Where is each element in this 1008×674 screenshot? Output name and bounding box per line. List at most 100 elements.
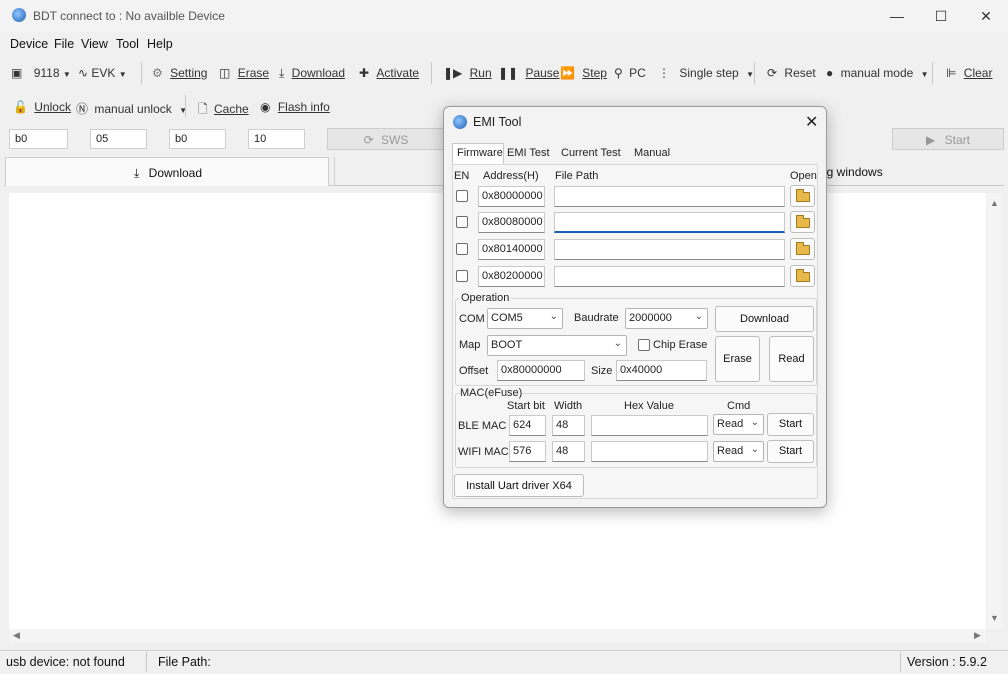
wifi-cmd-select[interactable]: Read ⌄ xyxy=(713,441,764,462)
step-button[interactable]: ⏩ Step xyxy=(560,66,607,80)
chevron-down-icon: ⌄ xyxy=(694,311,703,322)
operation-download-button[interactable]: Download xyxy=(715,306,814,332)
chip-erase-checkbox[interactable] xyxy=(638,339,650,351)
file-path-input[interactable] xyxy=(554,212,785,233)
pc-button[interactable]: ⚲ PC xyxy=(614,66,646,80)
menu-tool[interactable]: Tool xyxy=(116,37,139,51)
scroll-down-icon[interactable]: ▼ xyxy=(990,613,999,623)
unlock-button[interactable]: 🔓 Unlock xyxy=(13,100,71,114)
offset-label: Offset xyxy=(459,365,489,377)
open-file-button[interactable] xyxy=(790,265,815,287)
close-icon[interactable]: ✕ xyxy=(976,8,996,25)
flash-info-button[interactable]: ◉ Flash info xyxy=(260,100,330,114)
tab-current-test[interactable]: Current Test xyxy=(561,147,621,159)
address-input[interactable]: 0x80140000 xyxy=(478,239,545,260)
tab-download[interactable]: ⤓ Download xyxy=(5,157,329,186)
row-enable-checkbox[interactable] xyxy=(456,270,468,282)
address-input[interactable]: 0x80000000 xyxy=(478,186,545,207)
erase-button[interactable]: Erase xyxy=(715,336,760,382)
tab-emi-test[interactable]: EMI Test xyxy=(507,147,550,159)
open-file-button[interactable] xyxy=(790,185,815,207)
status-divider xyxy=(900,652,901,672)
maximize-icon[interactable]: ☐ xyxy=(931,8,951,25)
menu-device[interactable]: Device xyxy=(10,37,48,51)
ble-cmd-select[interactable]: Read ⌄ xyxy=(713,414,764,435)
manual-unlock-select[interactable]: Ⓝ manual unlock ▼ xyxy=(76,100,187,117)
open-file-button[interactable] xyxy=(790,211,815,233)
param-input-2[interactable]: 05 xyxy=(90,129,147,149)
open-file-button[interactable] xyxy=(790,238,815,260)
cache-button[interactable]: 🗋 Cache xyxy=(198,100,249,121)
param-input-3[interactable]: b0 xyxy=(169,129,226,149)
board-select[interactable]: ∿ EVK ▼ xyxy=(78,66,127,80)
dialog-close-icon[interactable]: ✕ xyxy=(805,112,818,132)
log-tab-label: og windows xyxy=(820,165,883,179)
baudrate-select[interactable]: 2000000 ⌄ xyxy=(625,308,708,329)
baudrate-label: Baudrate xyxy=(574,312,619,324)
menu-file[interactable]: File xyxy=(54,37,74,51)
emi-tool-dialog: EMI Tool ✕ Firmware EMI Test Current Tes… xyxy=(443,106,827,508)
wifi-start-bit-input[interactable]: 576 xyxy=(509,441,546,462)
chevron-down-icon: ⌄ xyxy=(750,417,759,428)
pause-button[interactable]: ❚❚ Pause xyxy=(498,66,559,80)
reset-button[interactable]: ⟳ Reset xyxy=(767,66,816,80)
size-label: Size xyxy=(591,365,613,377)
chevron-down-icon: ⌄ xyxy=(613,338,622,349)
activate-button[interactable]: ✚ Activate xyxy=(359,66,419,80)
tab-manual[interactable]: Manual xyxy=(634,147,670,159)
clear-button[interactable]: ⊫ Clear xyxy=(946,66,992,80)
single-step-select[interactable]: ⋮ Single step ▼ xyxy=(658,66,754,80)
param-input-1[interactable]: b0 xyxy=(9,129,68,149)
chip-erase-label: Chip Erase xyxy=(653,339,708,351)
row-enable-checkbox[interactable] xyxy=(456,243,468,255)
tab-firmware[interactable]: Firmware xyxy=(452,143,504,165)
horizontal-scrollbar[interactable]: ◀ ▶ xyxy=(9,629,986,643)
read-button[interactable]: Read xyxy=(769,336,814,382)
mode-select[interactable]: ● manual mode ▼ xyxy=(826,66,929,80)
wifi-width-input[interactable]: 48 xyxy=(552,441,585,462)
width-header: Width xyxy=(554,400,583,412)
scroll-left-icon[interactable]: ◀ xyxy=(13,630,20,641)
install-uart-driver-button[interactable]: Install Uart driver X64 xyxy=(454,474,584,497)
chevron-down-icon: ▼ xyxy=(118,70,127,79)
com-select[interactable]: COM5 ⌄ xyxy=(487,308,563,329)
file-path-input[interactable] xyxy=(554,186,785,207)
scroll-up-icon[interactable]: ▲ xyxy=(990,198,999,208)
menu-view[interactable]: View xyxy=(81,37,108,51)
file-path-input[interactable] xyxy=(554,239,785,260)
wifi-start-button[interactable]: Start xyxy=(767,440,814,463)
row-enable-checkbox[interactable] xyxy=(456,216,468,228)
chip-icon: ▣ xyxy=(11,66,23,80)
map-select[interactable]: BOOT ⌄ xyxy=(487,335,627,356)
sws-button[interactable]: ⟳ SWS xyxy=(327,128,445,150)
hex-value-header: Hex Value xyxy=(624,400,674,412)
run-button[interactable]: ❚▶ Run xyxy=(443,66,492,80)
file-path-input[interactable] xyxy=(554,266,785,287)
start-button[interactable]: ▶ Start xyxy=(892,128,1004,150)
download-icon: ⤓ xyxy=(134,166,140,180)
address-input[interactable]: 0x80200000 xyxy=(478,266,545,287)
erase-button[interactable]: ◫ Erase xyxy=(219,66,269,80)
download-button[interactable]: ⤓ Download xyxy=(279,66,345,81)
address-input[interactable]: 0x80080000 xyxy=(478,212,545,233)
offset-input[interactable]: 0x80000000 xyxy=(497,360,585,381)
ble-start-bit-input[interactable]: 624 xyxy=(509,415,546,436)
run-icon: ❚▶ xyxy=(443,66,463,80)
wifi-hex-input[interactable] xyxy=(591,441,708,462)
address-header: Address(H) xyxy=(483,170,539,182)
ble-hex-input[interactable] xyxy=(591,415,708,436)
setting-button[interactable]: ⚙ Setting xyxy=(152,66,207,80)
minimize-icon[interactable]: — xyxy=(887,8,907,24)
scroll-right-icon[interactable]: ▶ xyxy=(974,630,981,641)
param-input-4[interactable]: 10 xyxy=(248,129,305,149)
chip-select[interactable]: ▣ 9118 ▼ xyxy=(11,66,71,80)
toolbar-divider xyxy=(185,95,186,117)
size-input[interactable]: 0x40000 xyxy=(616,360,707,381)
row-enable-checkbox[interactable] xyxy=(456,190,468,202)
ble-start-button[interactable]: Start xyxy=(767,413,814,436)
menu-help[interactable]: Help xyxy=(147,37,173,51)
toolbar-divider xyxy=(431,62,432,84)
ble-width-input[interactable]: 48 xyxy=(552,415,585,436)
folder-open-icon xyxy=(796,189,810,202)
vertical-scrollbar[interactable]: ▲ ▼ xyxy=(987,193,1003,629)
